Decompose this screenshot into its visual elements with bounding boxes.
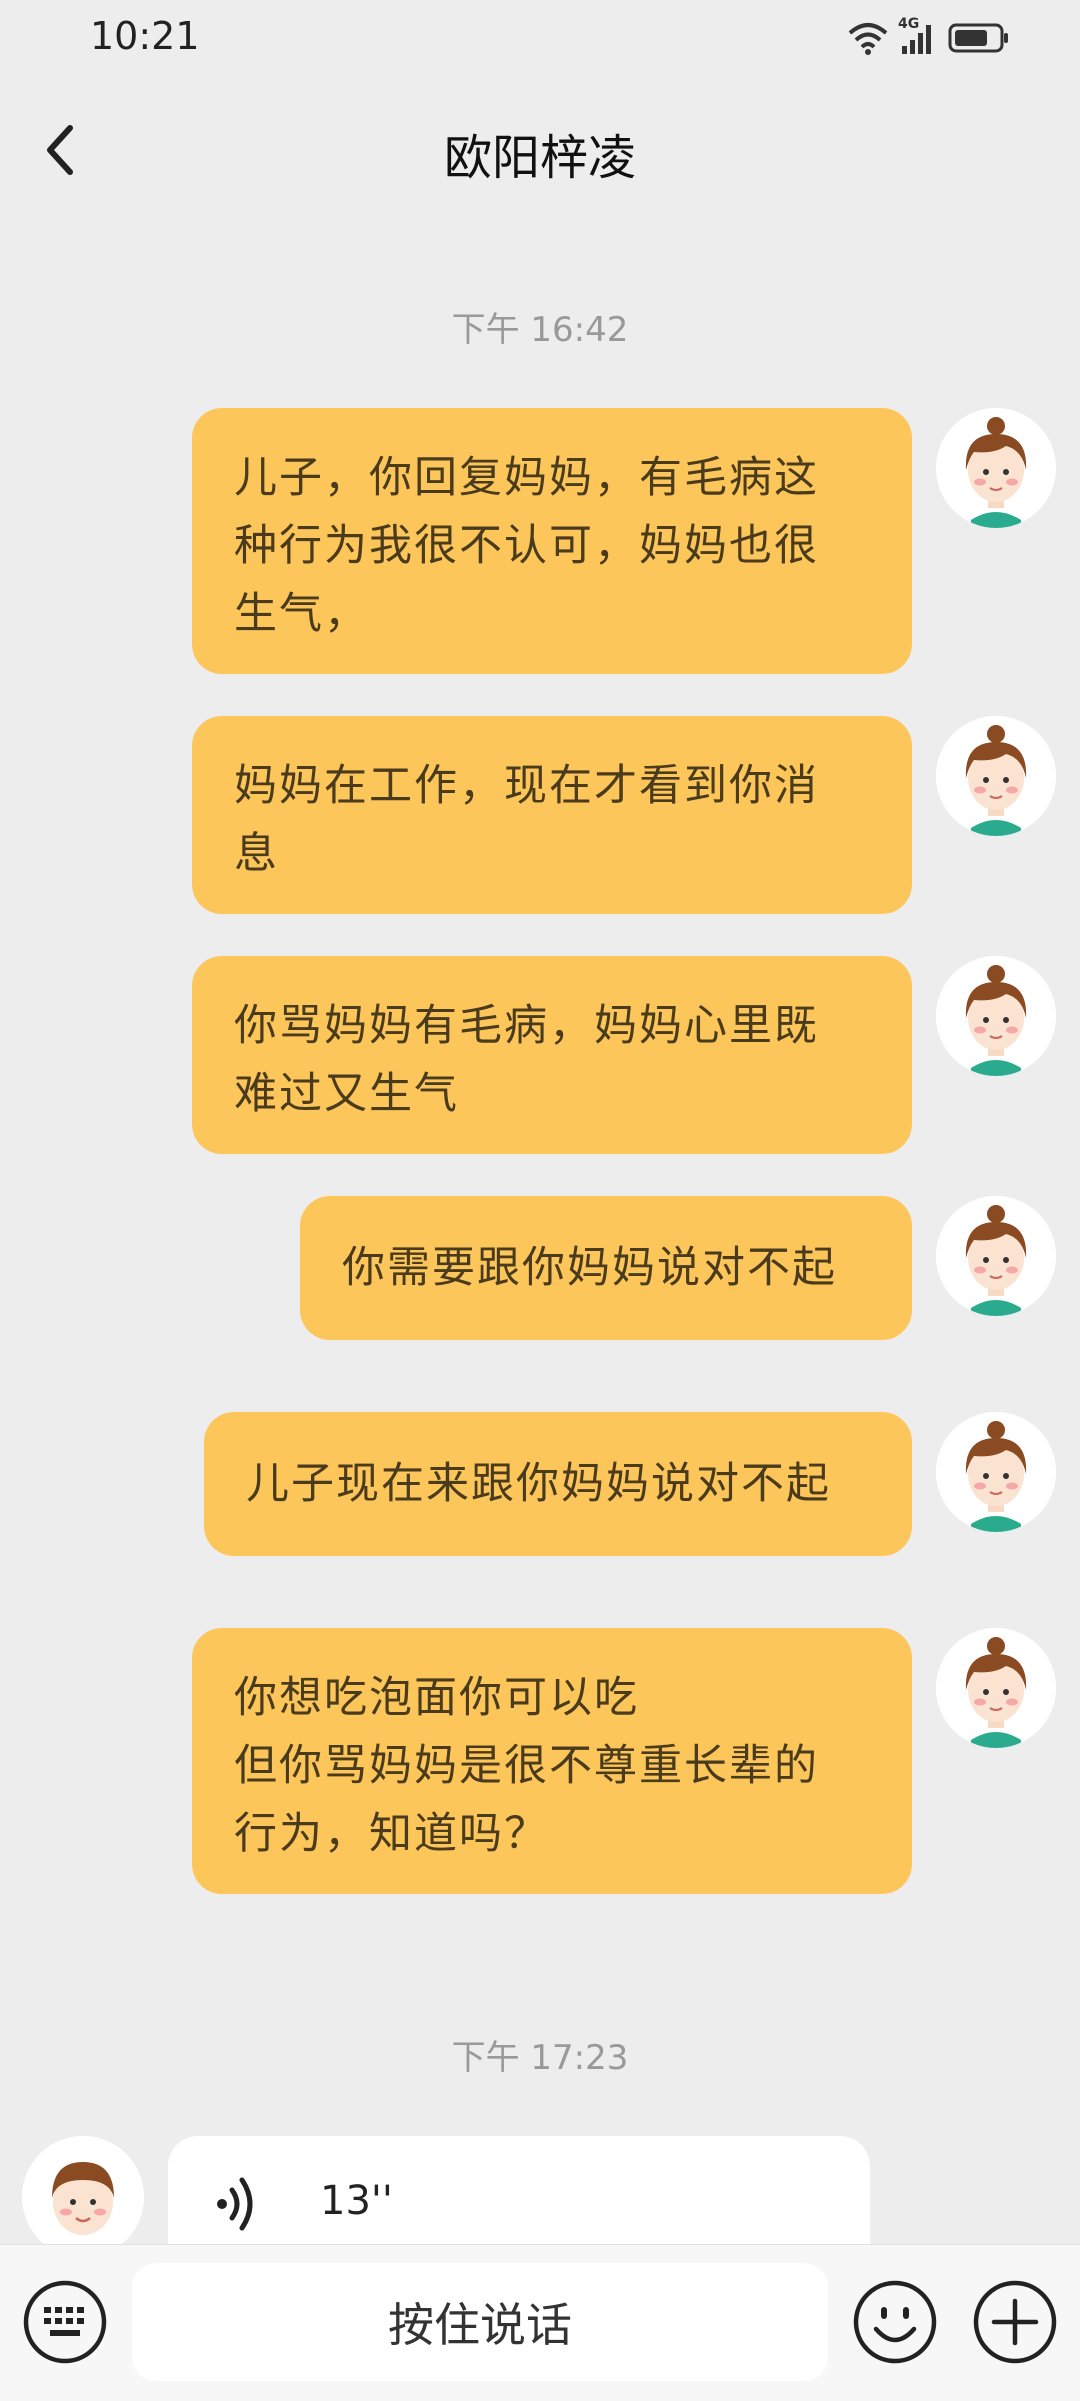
mother-avatar[interactable] xyxy=(936,1628,1056,1748)
wifi-icon xyxy=(848,23,888,55)
message-bubble[interactable]: 你想吃泡面你可以吃 但你骂妈妈是很不尊重长辈的 行为，知道吗？ xyxy=(192,1628,912,1894)
message-bubble[interactable]: 儿子现在来跟你妈妈说对不起 xyxy=(204,1412,912,1556)
message-bubble[interactable]: 妈妈在工作，现在才看到你消 息 xyxy=(192,716,912,914)
battery-icon xyxy=(948,23,1008,53)
plus-icon[interactable] xyxy=(972,2279,1058,2365)
voice-wave-icon xyxy=(212,2174,262,2238)
emoji-icon[interactable] xyxy=(852,2279,938,2365)
timestamp: 下午 17:23 xyxy=(451,2038,629,2078)
message-bubble[interactable]: 儿子，你回复妈妈，有毛病这 种行为我很不认可，妈妈也很 生气， xyxy=(192,408,912,674)
input-bar: 按住说话 xyxy=(0,2244,1080,2401)
status-icons: 4G xyxy=(848,16,1010,56)
chat-title: 欧阳梓凌 xyxy=(443,130,636,186)
keyboard-icon[interactable] xyxy=(22,2279,108,2365)
timestamp: 下午 16:42 xyxy=(451,310,629,350)
status-time: 10:21 xyxy=(90,14,200,58)
status-bar: 10:21 4G xyxy=(0,0,1080,80)
mother-avatar[interactable] xyxy=(936,716,1056,836)
cellular-signal-icon: 4G xyxy=(898,16,938,56)
son-avatar[interactable] xyxy=(22,2136,144,2258)
voice-duration: 13'' xyxy=(320,2178,393,2224)
hold-to-talk-button[interactable]: 按住说话 xyxy=(132,2263,828,2381)
message-bubble[interactable]: 你骂妈妈有毛病，妈妈心里既 难过又生气 xyxy=(192,956,912,1154)
mother-avatar[interactable] xyxy=(936,1196,1056,1316)
mother-avatar[interactable] xyxy=(936,1412,1056,1532)
chat-header: 欧阳梓凌 xyxy=(0,80,1080,230)
mother-avatar[interactable] xyxy=(936,408,1056,528)
message-bubble[interactable]: 你需要跟你妈妈说对不起 xyxy=(300,1196,912,1340)
mother-avatar[interactable] xyxy=(936,956,1056,1076)
